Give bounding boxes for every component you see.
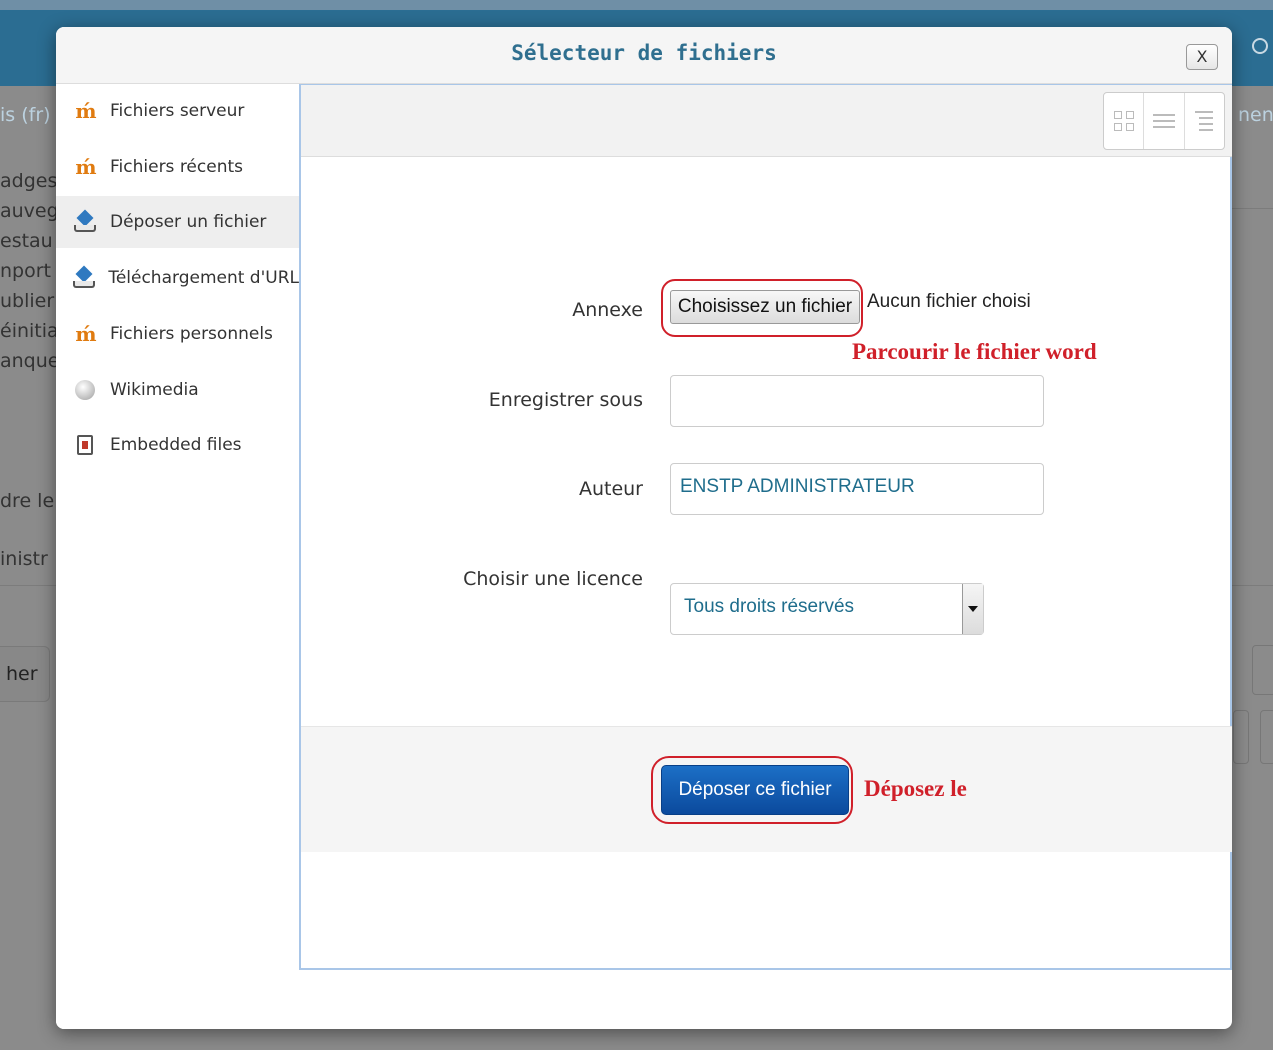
- upload-panel: Annexe Choisissez un fichier Aucun fichi…: [299, 84, 1232, 1029]
- list-view-button[interactable]: [1144, 93, 1185, 149]
- choose-file-button[interactable]: Choisissez un fichier: [670, 290, 860, 324]
- background-divider: [1232, 585, 1273, 586]
- background-left-item: estau: [0, 230, 53, 252]
- background-left-menu-2: dre le inistr: [0, 472, 60, 588]
- upload-panel-frame: Annexe Choisissez un fichier Aucun fichi…: [299, 84, 1232, 970]
- sidebar-item-embedded-files[interactable]: Embedded files: [56, 419, 299, 471]
- document-icon: [72, 432, 98, 458]
- background-left-item: éinitia: [0, 320, 59, 342]
- icon-view-button[interactable]: [1104, 93, 1145, 149]
- upload-icon: [72, 265, 96, 291]
- upload-file-button[interactable]: Déposer ce fichier: [661, 765, 849, 815]
- grid-icon: [1113, 111, 1134, 131]
- sidebar-item-wikimedia[interactable]: Wikimedia: [56, 364, 299, 416]
- license-select[interactable]: Tous droits réservés: [670, 583, 984, 635]
- sidebar-item-server-files[interactable]: ḿ Fichiers serveur: [56, 85, 299, 137]
- save-as-label: Enregistrer sous: [488, 389, 643, 411]
- dialog-header: Sélecteur de fichiers X: [56, 27, 1232, 84]
- background-left-item: ublier: [0, 290, 55, 312]
- view-switcher: [1103, 92, 1225, 150]
- background-left-item: inistr: [0, 548, 48, 570]
- sidebar-item-upload-file[interactable]: Déposer un fichier: [56, 196, 299, 248]
- background-left-item: adges: [0, 170, 58, 192]
- file-status-text: Aucun fichier choisi: [867, 291, 1031, 312]
- tree-view-button[interactable]: [1185, 93, 1224, 149]
- license-select-value: Tous droits réservés: [684, 596, 855, 617]
- list-icon: [1152, 114, 1175, 128]
- wikimedia-icon: [72, 377, 98, 403]
- background-left-menu: adges auveg estau nport ublier éinitia a…: [0, 166, 60, 376]
- background-divider: [1232, 208, 1273, 209]
- sidebar-item-recent-files[interactable]: ḿ Fichiers récents: [56, 141, 299, 193]
- background-language-menu: is (fr): [0, 104, 51, 126]
- background-left-item: auveg: [0, 200, 59, 222]
- moodle-icon: ḿ: [75, 322, 96, 346]
- repository-sidebar: ḿ Fichiers serveur ḿ Fichiers récents Dé…: [56, 84, 299, 1029]
- moodle-icon: ḿ: [75, 155, 96, 179]
- sidebar-item-label: Fichiers serveur: [110, 101, 245, 121]
- annotation-drop: Déposez le: [864, 776, 967, 801]
- power-icon: [1252, 38, 1268, 54]
- sidebar-item-label: Déposer un fichier: [110, 212, 267, 232]
- save-as-input[interactable]: [670, 375, 1044, 427]
- background-control: [1260, 710, 1273, 764]
- sidebar-item-label: Embedded files: [110, 435, 242, 455]
- sidebar-item-label: Wikimedia: [110, 380, 199, 400]
- background-control: [1233, 710, 1249, 764]
- background-left-item: anque: [0, 350, 60, 372]
- upload-icon: [72, 209, 98, 235]
- background-right-label: nen: [1238, 104, 1273, 126]
- attachment-label: Annexe: [572, 299, 643, 321]
- author-label: Auteur: [578, 478, 643, 500]
- moodle-icon: ḿ: [75, 99, 96, 123]
- sidebar-item-private-files[interactable]: ḿ Fichiers personnels: [56, 308, 299, 360]
- sidebar-item-url-download[interactable]: Téléchargement d'URL: [56, 252, 299, 304]
- chevron-down-icon[interactable]: [962, 584, 983, 634]
- close-button[interactable]: X: [1186, 44, 1218, 70]
- sidebar-item-label: Téléchargement d'URL: [108, 268, 299, 288]
- license-label: Choisir une licence: [463, 568, 643, 590]
- tree-icon: [1195, 111, 1214, 131]
- file-picker-dialog: Sélecteur de fichiers X ḿ Fichiers serve…: [56, 27, 1232, 1029]
- background-left-item: dre le: [0, 490, 55, 512]
- sidebar-item-label: Fichiers récents: [110, 157, 243, 177]
- view-toolbar: [301, 85, 1232, 157]
- background-button: her: [0, 646, 50, 702]
- sidebar-item-label: Fichiers personnels: [110, 324, 273, 344]
- background-divider: [0, 585, 56, 586]
- author-input[interactable]: ENSTP ADMINISTRATEUR: [670, 463, 1044, 515]
- background-left-item: nport: [0, 260, 51, 282]
- annotation-browse: Parcourir le fichier word: [852, 339, 1097, 364]
- background-control: [1252, 645, 1273, 695]
- dialog-title: Sélecteur de fichiers: [511, 41, 777, 65]
